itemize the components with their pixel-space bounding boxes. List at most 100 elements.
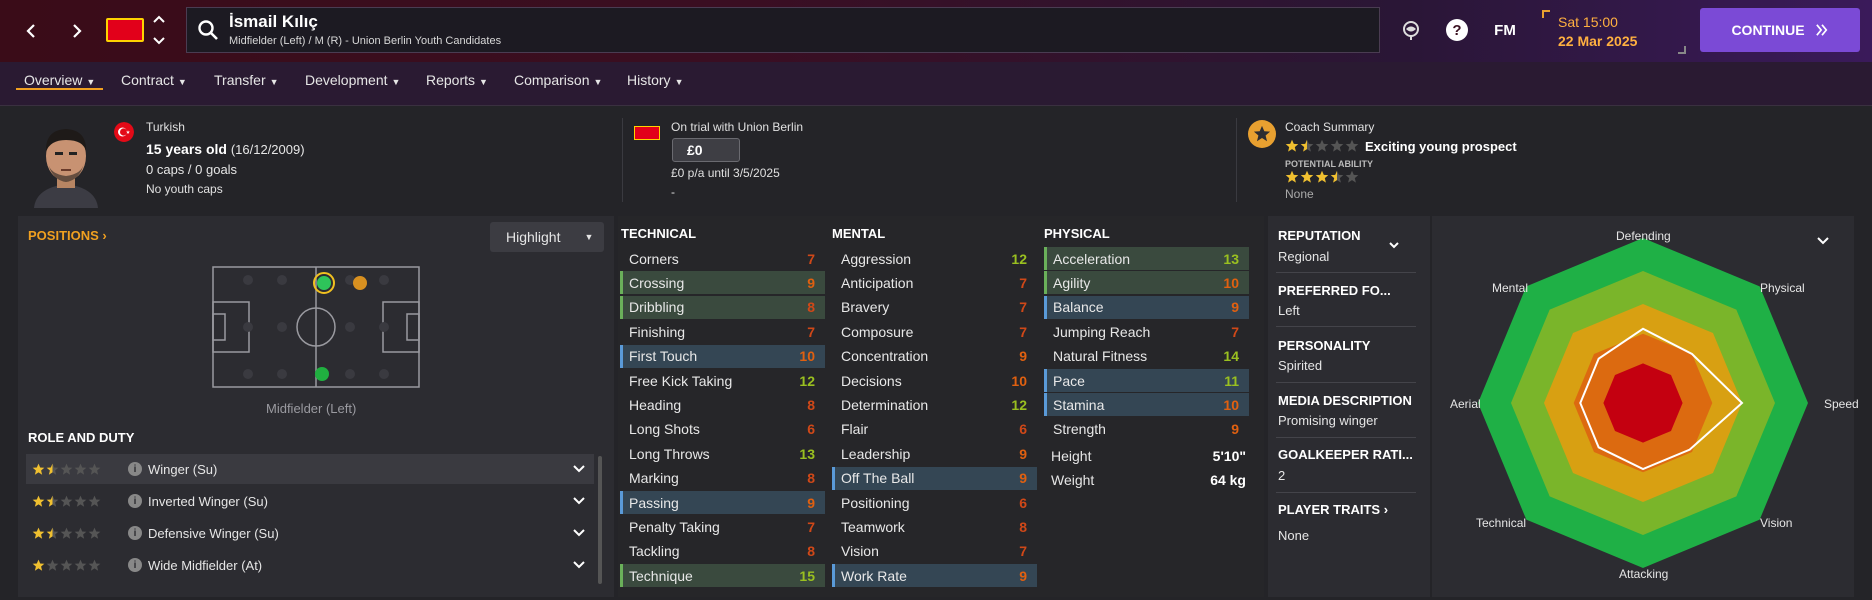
attribute-row[interactable]: Finishing 7 [620, 320, 825, 343]
attribute-name: Balance [1053, 299, 1104, 316]
attribute-row[interactable]: Composure 7 [832, 320, 1037, 343]
highlight-dropdown[interactable]: Highlight ▼ [490, 222, 604, 252]
attribute-row[interactable]: Natural Fitness 14 [1044, 345, 1249, 368]
attribute-row[interactable]: Heading 8 [620, 393, 825, 416]
chevron-down-icon[interactable] [1816, 236, 1830, 246]
attribute-row[interactable]: Agility 10 [1044, 271, 1249, 295]
positions-link[interactable]: POSITIONS › [28, 228, 107, 243]
top-bar: İsmail Kılıç Midfielder (Left) / M (R) -… [0, 0, 1872, 62]
attribute-row[interactable]: Long Shots 6 [620, 418, 825, 441]
role-duty-row[interactable]: i Wide Midfielder (At) [26, 550, 594, 580]
radar-label-vision: Vision [1760, 516, 1793, 530]
attribute-row[interactable]: Jumping Reach 7 [1044, 320, 1249, 343]
chevron-down-icon[interactable] [572, 560, 586, 570]
attribute-value: 12 [1011, 396, 1027, 413]
chevron-down-icon[interactable] [572, 496, 586, 506]
star-icon [60, 527, 73, 539]
star-icon [1315, 170, 1329, 183]
tab-contract[interactable]: Contract ▼ [121, 72, 187, 88]
attribute-row[interactable]: Aggression 12 [832, 247, 1037, 270]
attribute-row[interactable]: Balance 9 [1044, 295, 1249, 319]
attribute-row[interactable]: Determination 12 [832, 393, 1037, 416]
attribute-row[interactable]: Positioning 6 [832, 491, 1037, 514]
position-label: Midfielder (Left) [266, 401, 357, 416]
attribute-row[interactable]: Work Rate 9 [832, 564, 1037, 588]
scrollbar[interactable] [598, 456, 602, 584]
divider [1276, 492, 1416, 493]
attribute-name: Concentration [841, 348, 929, 365]
attribute-row[interactable]: Penalty Taking 7 [620, 515, 825, 538]
info-icon[interactable]: i [128, 462, 142, 476]
attribute-row[interactable]: Leadership 9 [832, 442, 1037, 465]
star-icon [1300, 139, 1314, 152]
attribute-row[interactable]: Flair 6 [832, 418, 1037, 441]
divider [1276, 272, 1416, 273]
coach-verdict: Exciting young prospect [1365, 139, 1517, 154]
help-button[interactable]: ? [1444, 17, 1470, 43]
personality-header: PERSONALITY [1278, 338, 1371, 353]
tab-label: Reports [426, 72, 476, 88]
attribute-row[interactable]: Technique 15 [620, 564, 825, 588]
club-badge[interactable] [106, 18, 144, 42]
search-icon[interactable] [197, 19, 219, 41]
search-box[interactable]: İsmail Kılıç Midfielder (Left) / M (R) -… [186, 7, 1380, 53]
chevron-down-icon: ▼ [86, 77, 96, 87]
chevron-down-icon[interactable] [572, 528, 586, 538]
attribute-radar: Defending Physical Speed Vision Attackin… [1432, 216, 1872, 597]
player-subtitle: Midfielder (Left) / M (R) - Union Berlin… [229, 35, 502, 47]
attribute-row[interactable]: Corners 7 [620, 247, 825, 270]
tab-reports[interactable]: Reports ▼ [426, 72, 488, 88]
player-traits-link[interactable]: PLAYER TRAITS › [1278, 502, 1388, 517]
potential-ability-label: POTENTIAL ABILITY [1285, 159, 1374, 169]
back-button[interactable] [16, 16, 46, 46]
attribute-row[interactable]: Teamwork 8 [832, 515, 1037, 538]
continue-button[interactable]: CONTINUE [1700, 8, 1860, 52]
attribute-row[interactable]: Acceleration 13 [1044, 247, 1249, 270]
tab-development[interactable]: Development ▼ [305, 72, 400, 88]
attribute-row[interactable]: Stamina 10 [1044, 393, 1249, 417]
attribute-row[interactable]: Long Throws 13 [620, 442, 825, 465]
attribute-name: Decisions [841, 372, 902, 389]
attribute-row[interactable]: Passing 9 [620, 491, 825, 514]
attribute-row[interactable]: Free Kick Taking 12 [620, 369, 825, 392]
attribute-row[interactable]: Vision 7 [832, 540, 1037, 563]
chevron-down-icon[interactable] [1388, 240, 1400, 250]
attribute-row[interactable]: First Touch 10 [620, 344, 825, 368]
info-icon[interactable]: i [128, 494, 142, 508]
attribute-row[interactable]: Marking 8 [620, 467, 825, 490]
chevron-down-icon[interactable] [572, 464, 586, 474]
attribute-row[interactable]: Decisions 10 [832, 369, 1037, 392]
attribute-value: 9 [1019, 567, 1027, 584]
news-button[interactable] [1398, 17, 1424, 43]
tab-transfer[interactable]: Transfer ▼ [214, 72, 279, 88]
forward-button[interactable] [62, 16, 92, 46]
attribute-row[interactable]: Concentration 9 [832, 345, 1037, 368]
attribute-row[interactable]: Off The Ball 9 [832, 466, 1037, 490]
attribute-row[interactable]: Strength 9 [1044, 418, 1249, 441]
attribute-row[interactable]: Pace 11 [1044, 369, 1249, 392]
attribute-row[interactable]: Bravery 7 [832, 296, 1037, 319]
tab-label: Comparison [514, 72, 590, 88]
role-duty-row[interactable]: i Inverted Winger (Su) [26, 486, 594, 516]
player-info-strip: Turkish 15 years old (16/12/2009) 0 caps… [0, 106, 1872, 212]
info-icon[interactable]: i [128, 526, 142, 540]
tab-overview[interactable]: Overview ▼ [16, 72, 104, 90]
attribute-value: 7 [1019, 274, 1027, 291]
attribute-row[interactable]: Anticipation 7 [832, 271, 1037, 294]
attribute-row[interactable]: Tackling 8 [620, 540, 825, 563]
attribute-name: Dribbling [629, 299, 685, 316]
attribute-row[interactable]: Crossing 9 [620, 271, 825, 295]
fee-tag[interactable]: £0 [672, 138, 740, 162]
date-corner [1678, 46, 1686, 54]
tab-comparison[interactable]: Comparison ▼ [514, 72, 602, 88]
info-icon[interactable]: i [128, 558, 142, 572]
attribute-row[interactable]: Dribbling 8 [620, 295, 825, 319]
fm-logo[interactable]: FM [1490, 17, 1520, 43]
club-switcher[interactable] [152, 14, 166, 46]
role-duty-row[interactable]: i Winger (Su) [26, 454, 594, 484]
tab-history[interactable]: History ▼ [627, 72, 683, 88]
attribute-value: 7 [807, 323, 815, 340]
role-duty-row[interactable]: i Defensive Winger (Su) [26, 518, 594, 548]
date-display[interactable]: Sat 15:00 22 Mar 2025 [1542, 10, 1686, 54]
preferred-foot-header: PREFERRED FO... [1278, 283, 1391, 298]
